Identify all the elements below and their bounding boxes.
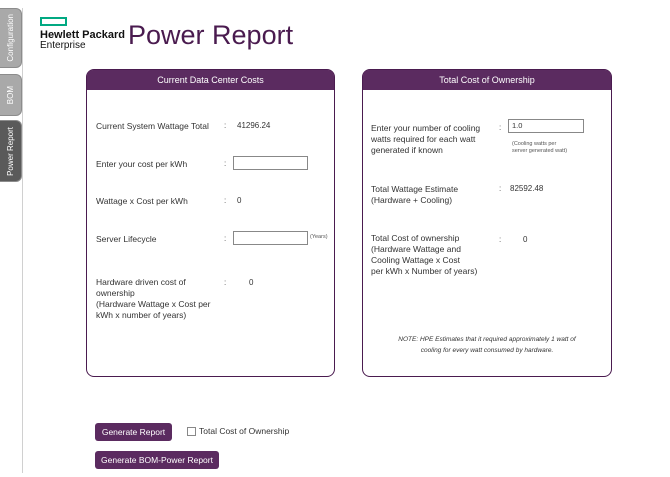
tab-configuration-label: Configuration — [6, 14, 15, 62]
generate-bom-power-report-button[interactable]: Generate BOM-Power Report — [95, 451, 219, 469]
hw-cost-label-1: Hardware driven cost of — [96, 277, 186, 287]
sidebar-divider — [22, 8, 23, 473]
tco-label-1: Total Cost of ownership — [371, 233, 460, 243]
cooling-note-2: cooling for every watt consumed by hardw… — [420, 347, 554, 354]
total-wattage-label-2: (Hardware + Cooling) — [371, 195, 453, 205]
cooling-label-3: generated if known — [371, 145, 443, 155]
system-wattage-value: 41296.24 — [237, 121, 271, 130]
cost-per-kwh-input[interactable] — [233, 156, 308, 170]
colon: : — [499, 235, 502, 244]
wattage-cost-label: Wattage x Cost per kWh — [96, 196, 188, 206]
cooling-label-2: watts required for each watt — [371, 134, 476, 144]
total-wattage-value: 82592.48 — [510, 184, 544, 193]
tco-checkbox[interactable] — [187, 427, 196, 436]
colon: : — [224, 196, 227, 205]
tab-configuration[interactable]: Configuration — [0, 8, 22, 68]
current-costs-panel: Current Data Center Costs Current System… — [86, 69, 335, 377]
tab-power-report[interactable]: Power Report — [0, 120, 22, 182]
lifecycle-unit: (Years) — [310, 234, 328, 240]
tco-value: 0 — [523, 235, 528, 244]
generate-report-button[interactable]: Generate Report — [95, 423, 172, 441]
hw-cost-label-4: kWh x number of years) — [96, 310, 187, 320]
colon: : — [224, 278, 227, 287]
current-costs-title: Current Data Center Costs — [87, 70, 334, 90]
tco-checkbox-label: Total Cost of Ownership — [199, 426, 290, 436]
tco-label-2: (Hardware Wattage and — [371, 244, 461, 254]
cooling-note-1: NOTE: HPE Estimates that it required app… — [398, 336, 576, 343]
tab-bom[interactable]: BOM — [0, 74, 22, 116]
cooling-hint-1: (Cooling watts per — [512, 141, 557, 147]
hpe-logo: Hewlett Packard Enterprise — [40, 17, 125, 51]
tco-label-4: per kWh x Number of years) — [371, 266, 478, 276]
system-wattage-label: Current System Wattage Total — [96, 121, 209, 131]
tab-bom-label: BOM — [6, 85, 15, 105]
total-wattage-label-1: Total Wattage Estimate — [371, 184, 459, 194]
hpe-logo-icon — [40, 17, 67, 26]
logo-line-2: Enterprise — [40, 40, 86, 51]
tab-power-report-label: Power Report — [6, 126, 15, 176]
tco-panel: Total Cost of Ownership Enter your numbe… — [362, 69, 612, 377]
wattage-cost-value: 0 — [237, 196, 242, 205]
server-lifecycle-label: Server Lifecycle — [96, 234, 157, 244]
cooling-hint-2: server generated watt) — [512, 148, 568, 154]
colon: : — [224, 121, 227, 130]
tco-title: Total Cost of Ownership — [363, 70, 611, 90]
colon: : — [224, 159, 227, 168]
cost-per-kwh-label: Enter your cost per kWh — [96, 159, 188, 169]
server-lifecycle-input[interactable] — [233, 231, 308, 245]
page-title: Power Report — [128, 20, 294, 50]
cooling-label-1: Enter your number of cooling — [371, 123, 481, 133]
tco-label-3: Cooling Wattage x Cost — [371, 255, 460, 265]
colon: : — [499, 123, 502, 132]
colon: : — [499, 184, 502, 193]
hw-cost-label-3: (Hardware Wattage x Cost per — [96, 299, 211, 309]
colon: : — [224, 234, 227, 243]
hw-cost-value: 0 — [249, 278, 254, 287]
hw-cost-label-2: ownership — [96, 288, 135, 298]
cooling-watts-input[interactable]: 1.0 — [508, 119, 584, 133]
